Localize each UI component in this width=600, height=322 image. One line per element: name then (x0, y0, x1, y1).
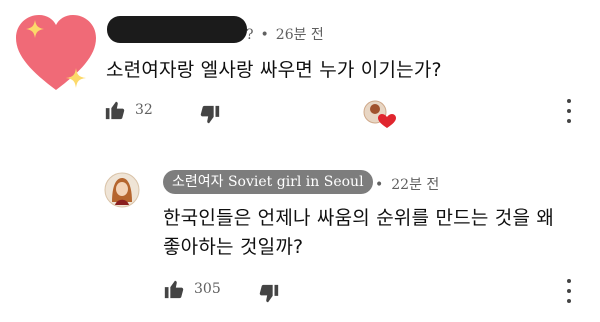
thumbs-down-icon (259, 284, 279, 303)
more-vertical-icon-dot (567, 109, 571, 113)
thumbs-down-icon (200, 105, 220, 124)
commenter-avatar[interactable] (12, 12, 100, 94)
creator-heart-badge (362, 99, 396, 129)
meta-separator: • (260, 27, 269, 43)
reply-like-button[interactable]: 305 (163, 277, 221, 301)
reply-author-name[interactable]: 소련여자 Soviet girl in Seoul (163, 170, 373, 194)
comment-text: 소련여자랑 엘사랑 싸우면 누가 이기는가? (106, 59, 442, 81)
reply-avatar[interactable] (104, 172, 140, 208)
more-options-button[interactable] (566, 99, 572, 123)
reply-more-options-button[interactable] (566, 279, 572, 303)
sparkle-heart-icon (16, 15, 96, 90)
user-avatar (104, 172, 140, 208)
like-button[interactable]: 32 (104, 98, 153, 122)
reply-text-line-1: 한국인들은 언제나 싸움의 순위를 만드는 것을 왜 (163, 207, 555, 229)
more-vertical-icon-dot (567, 119, 571, 123)
dislike-button[interactable] (199, 104, 221, 130)
reply-dislike-button[interactable] (258, 283, 280, 309)
more-vertical-icon-dot (567, 289, 571, 293)
comment-meta: ? • 26분 전 (246, 24, 324, 44)
creator-heart-icon (363, 100, 396, 128)
thumbs-up-icon (164, 280, 184, 299)
reply-text-line-2: 좋아하는 것일까? (163, 236, 304, 258)
comment-timestamp: 26분 전 (275, 27, 324, 43)
reply-timestamp: 22분 전 (391, 177, 440, 193)
more-vertical-icon (567, 279, 571, 283)
more-vertical-icon (567, 99, 571, 103)
meta-separator: • (375, 177, 384, 193)
comment-meta-partial: ? (246, 27, 254, 43)
more-vertical-icon-dot (567, 299, 571, 303)
redacted-author-name (107, 16, 247, 43)
reply-text: 한국인들은 언제나 싸움의 순위를 만드는 것을 왜 좋아하는 것일까? (163, 204, 583, 262)
reply-like-count: 305 (194, 281, 221, 297)
reply-meta: • 22분 전 (375, 174, 439, 194)
thumbs-up-icon (105, 101, 125, 120)
like-count: 32 (135, 102, 153, 118)
